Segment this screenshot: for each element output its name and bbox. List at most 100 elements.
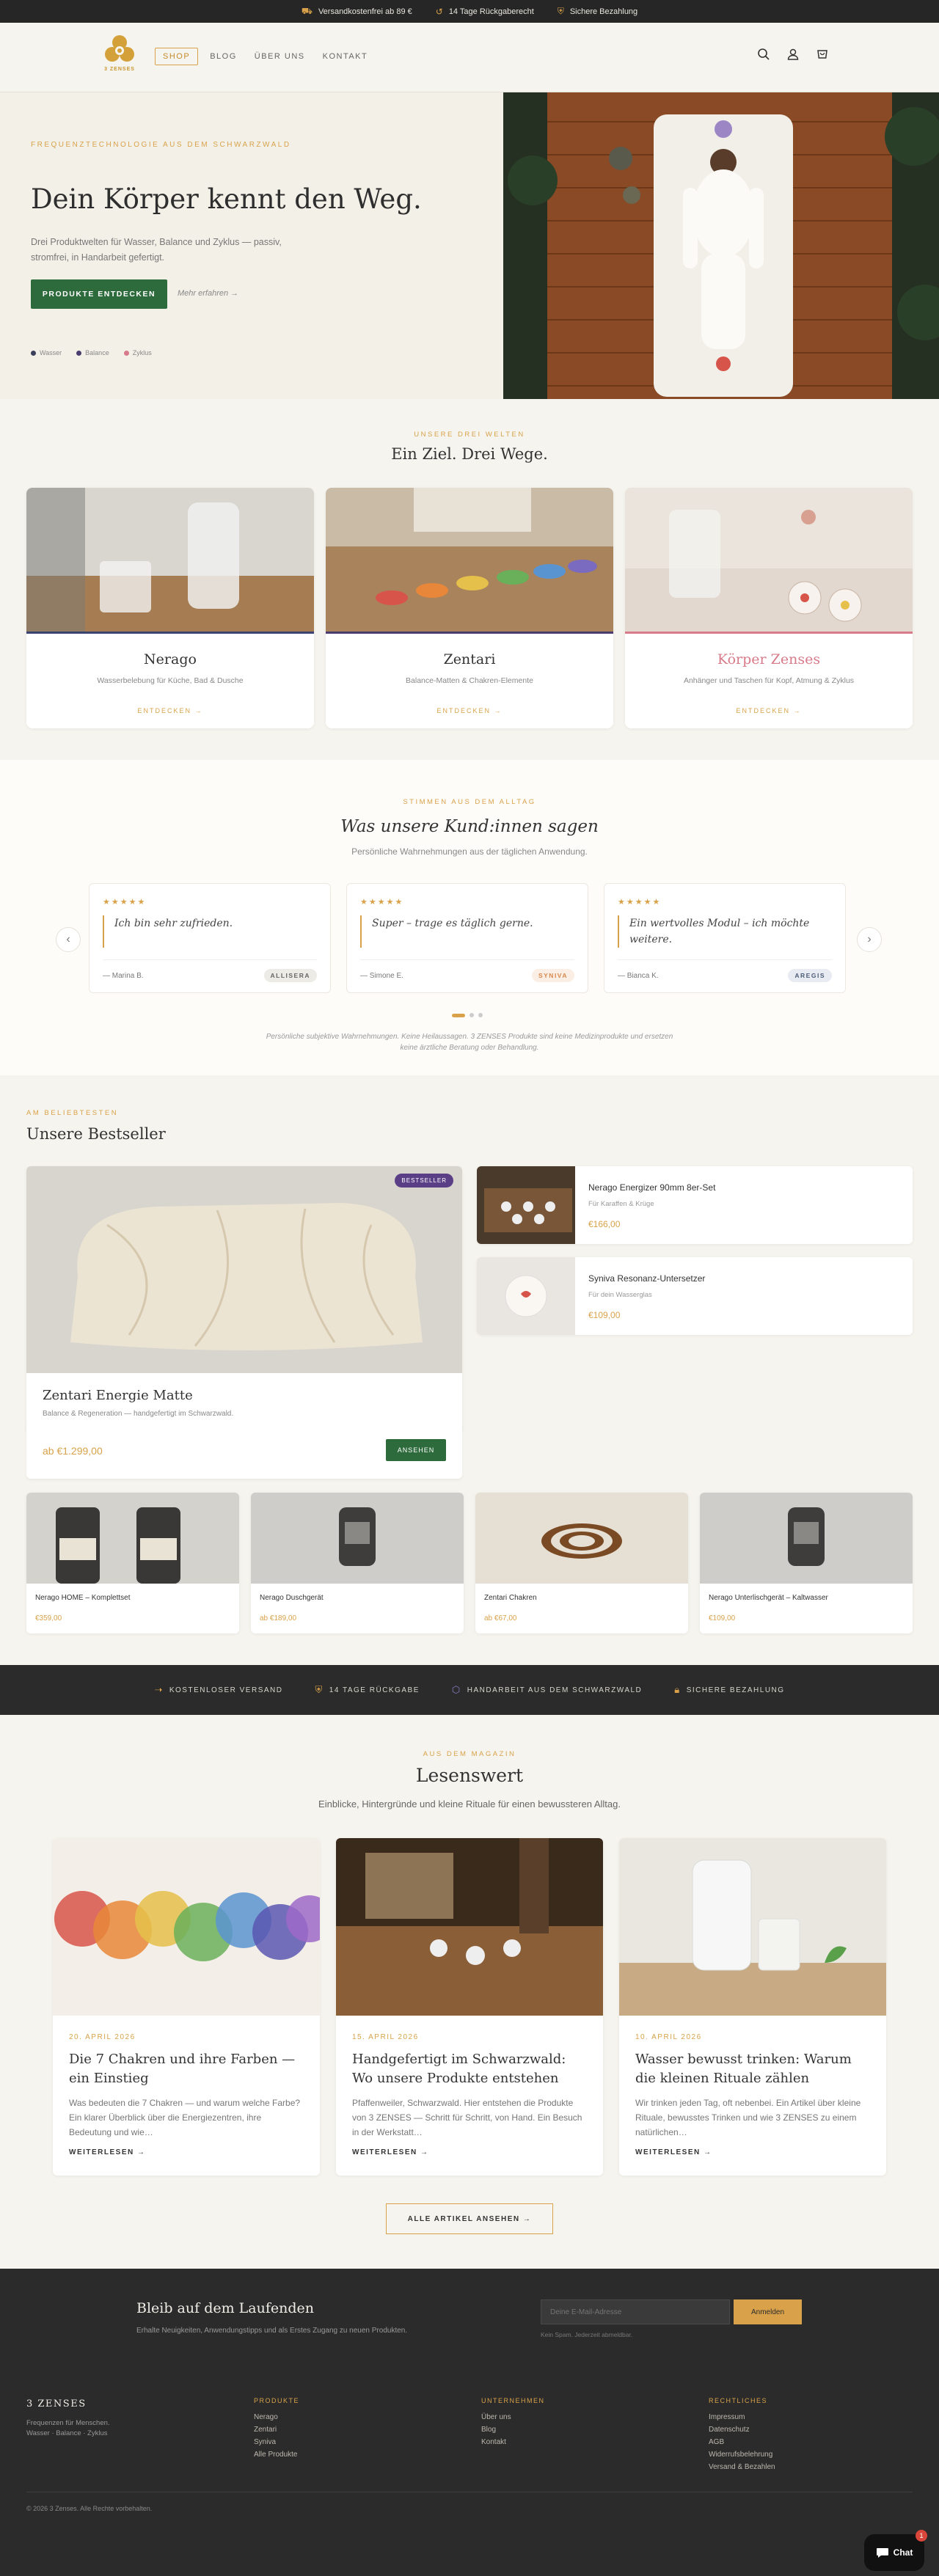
footer-tagline: Frequenzen für Menschen. Wasser · Balanc… <box>26 2419 110 2437</box>
trust-item: ➝ KOSTENLOSER VERSAND <box>154 1684 282 1696</box>
main-nav: SHOP BLOG ÜBER UNS KONTAKT <box>155 48 373 65</box>
legend-dot <box>123 350 129 356</box>
blog-eyebrow: AUS DEM MAGAZIN <box>423 1750 516 1758</box>
testimonial-footer: — Marina B. ALLISERA <box>103 959 317 982</box>
hero-title: Dein Körper kennt den Weg. <box>31 183 422 215</box>
trust-text: KOSTENLOSER VERSAND <box>169 1686 283 1694</box>
newsletter-subscribe-button[interactable]: Anmelden <box>734 2299 802 2324</box>
footer-link[interactable]: Versand & Bezahlen <box>709 2463 775 2471</box>
legend-item: Zyklus <box>123 349 152 356</box>
truck-icon: ⛟ <box>301 5 313 16</box>
testimonial-card: ★★★★★ Ein wertvolles Modul – ich möchte … <box>604 883 846 993</box>
carousel-dot-active[interactable] <box>452 1013 465 1017</box>
star-rating: ★★★★★ <box>618 898 662 907</box>
chat-icon <box>876 2547 889 2558</box>
world-cta[interactable]: ENTDECKEN → <box>26 707 314 714</box>
featured-product-desc: Balance & Regeneration — handgefertigt i… <box>43 1410 234 1418</box>
grid-product-card[interactable]: Nerago Duschgerät ab €189,00 <box>251 1493 464 1633</box>
carousel-prev-button[interactable]: ‹ <box>56 927 81 952</box>
product-tag: SYNIVA <box>531 969 574 982</box>
star-rating: ★★★★★ <box>103 898 147 907</box>
announcement-text: 14 Tage Rückgaberecht <box>448 7 534 16</box>
legend-label: Wasser <box>40 349 62 356</box>
all-articles-button[interactable]: ALLE ARTIKEL ANSEHEN → <box>386 2203 553 2234</box>
nav-shop[interactable]: SHOP <box>155 48 199 65</box>
testimonial-card: ★★★★★ Super – trage es täglich gerne. — … <box>346 883 588 993</box>
world-cta[interactable]: ENTDECKEN → <box>625 707 913 714</box>
footer-link[interactable]: Widerrufsbelehrung <box>709 2451 775 2459</box>
world-card-nerago[interactable]: Nerago Wasserbelebung für Küche, Bad & D… <box>26 488 314 728</box>
footer-link[interactable]: AGB <box>709 2438 775 2446</box>
bestseller-badge: BESTSELLER <box>395 1174 453 1188</box>
blog-card[interactable]: 10. APRIL 2026 Wasser bewusst trinken: W… <box>619 1838 886 2176</box>
featured-view-button[interactable]: ANSEHEN <box>386 1439 446 1461</box>
shield-icon: ⛨ <box>557 6 564 16</box>
carousel-next-button[interactable]: › <box>857 927 882 952</box>
blog-card[interactable]: 20. APRIL 2026 Die 7 Chakren und ihre Fa… <box>53 1838 320 2176</box>
blog-subtitle: Einblicke, Hintergründe und kleine Ritua… <box>318 1799 621 1810</box>
footer-link[interactable]: Über uns <box>481 2413 545 2421</box>
side-product-name: Syniva Resonanz-Untersetzer <box>588 1273 706 1284</box>
world-desc: Balance-Matten & Chakren-Elemente <box>406 676 533 685</box>
side-product-name: Nerago Energizer 90mm 8er-Set <box>588 1182 716 1193</box>
nav-contact[interactable]: KONTAKT <box>317 48 374 65</box>
blog-card[interactable]: 15. APRIL 2026 Handgefertigt im Schwarzw… <box>336 1838 603 2176</box>
account-icon[interactable] <box>786 48 800 61</box>
carousel-dot[interactable] <box>470 1013 474 1017</box>
testimonial-footer: — Simone E. SYNIVA <box>360 959 574 982</box>
footer-column-legal: RECHTLICHES Impressum Datenschutz AGB Wi… <box>709 2397 775 2476</box>
side-product-card[interactable]: Nerago Energizer 90mm 8er-Set Für Karaff… <box>477 1166 913 1244</box>
hero-more-link[interactable]: Mehr erfahren → <box>178 289 238 298</box>
grid-product-image <box>251 1493 464 1584</box>
world-card-koerper-zenses[interactable]: Körper Zenses Anhänger und Taschen für K… <box>625 488 913 728</box>
footer-link[interactable]: Alle Produkte <box>254 2451 299 2459</box>
newsletter-email-input[interactable] <box>541 2299 730 2324</box>
carousel-dot[interactable] <box>478 1013 483 1017</box>
world-card-zentari[interactable]: Zentari Balance-Matten & Chakren-Element… <box>326 488 613 728</box>
hexagon-icon: ⬡ <box>451 1684 461 1695</box>
return-arrow-icon: ↺ <box>435 6 443 17</box>
chat-button[interactable]: Chat <box>864 2534 924 2571</box>
side-product-price: €166,00 <box>588 1219 621 1229</box>
search-icon[interactable] <box>757 48 770 61</box>
footer-link[interactable]: Kontakt <box>481 2438 545 2446</box>
nav-about[interactable]: ÜBER UNS <box>249 48 311 65</box>
blog-excerpt: Wir trinken jeden Tag, oft nebenbei. Ein… <box>635 2098 861 2137</box>
footer-link[interactable]: Zentari <box>254 2426 299 2434</box>
grid-product-card[interactable]: Nerago Unterlischgerät – Kaltwasser €109… <box>700 1493 913 1633</box>
blog-image <box>53 1838 320 2016</box>
copyright: © 2026 3 Zenses. Alle Rechte vorbehalten… <box>26 2505 153 2512</box>
blog-read-more[interactable]: WEITERLESEN → <box>635 2148 712 2156</box>
announcement-bar: ⛟ Versandkostenfrei ab 89 € ↺ 14 Tage Rück… <box>0 0 939 23</box>
blog-read-more[interactable]: WEITERLESEN → <box>69 2148 146 2156</box>
blog-read-more[interactable]: WEITERLESEN → <box>352 2148 429 2156</box>
blog-date: 15. APRIL 2026 <box>352 2033 419 2041</box>
footer-link[interactable]: Nerago <box>254 2413 299 2421</box>
side-product-card[interactable]: Syniva Resonanz-Untersetzer Für dein Was… <box>477 1257 913 1335</box>
grid-product-card[interactable]: Nerago HOME – Komplettset €359,00 <box>26 1493 239 1633</box>
hero-cta-button[interactable]: PRODUKTE ENTDECKEN <box>31 279 167 309</box>
world-cta[interactable]: ENTDECKEN → <box>326 707 613 714</box>
blog-date: 20. APRIL 2026 <box>69 2033 136 2041</box>
chat-badge: 1 <box>916 2530 927 2542</box>
featured-product-price: ab €1.299,00 <box>43 1445 103 1457</box>
footer-link[interactable]: Impressum <box>709 2413 775 2421</box>
trust-item: 🔒︎ SICHERE BEZAHLUNG <box>674 1684 784 1696</box>
shield-icon: ⛨ <box>315 1684 324 1695</box>
footer-link[interactable]: Datenschutz <box>709 2426 775 2434</box>
legend-dot <box>31 350 36 356</box>
footer-link[interactable]: Syniva <box>254 2438 299 2446</box>
logo[interactable]: 3 ZENSES <box>98 33 141 81</box>
nav-blog[interactable]: BLOG <box>204 48 243 65</box>
world-accent-bar <box>26 632 314 634</box>
newsletter-note: Kein Spam. Jederzeit abmeldbar. <box>541 2331 633 2338</box>
testimonial-quote: Ein wertvolles Modul – ich möchte weiter… <box>618 915 832 948</box>
grid-product-price: €109,00 <box>709 1614 736 1622</box>
featured-product-card[interactable]: BESTSELLER Zentari Energie Matte Balance… <box>26 1166 462 1432</box>
worlds-eyebrow: UNSERE DREI WELTEN <box>414 431 525 439</box>
grid-product-card[interactable]: Zentari Chakren ab €67,00 <box>475 1493 688 1633</box>
announcement-item: ↺ 14 Tage Rückgaberecht <box>436 7 534 17</box>
cart-icon[interactable] <box>816 48 829 61</box>
grid-product-image <box>475 1493 688 1584</box>
footer-link[interactable]: Blog <box>481 2426 545 2434</box>
